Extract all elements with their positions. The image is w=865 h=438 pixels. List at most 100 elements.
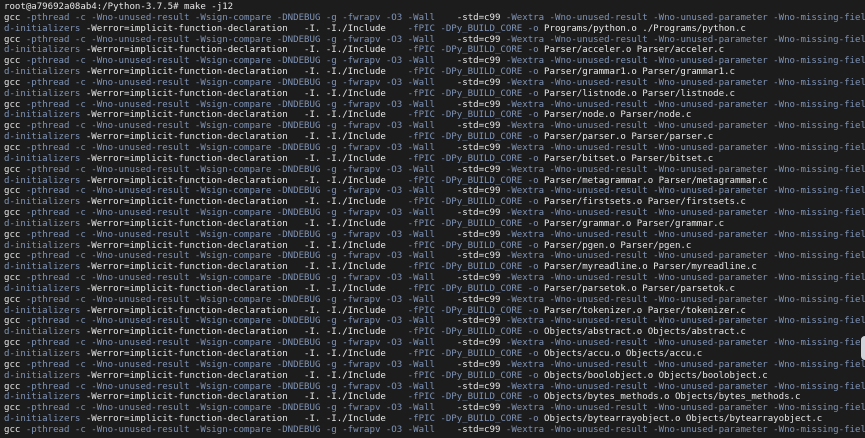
log-segment: Programs/python.o ./Programs/python.c [544, 23, 746, 34]
log-segment: Objects/bytes_methods.o Objects/bytes_me… [544, 392, 801, 403]
log-segment: -Werror=implicit-function-declaration -I… [85, 370, 408, 381]
log-line: d-initializers -Werror=implicit-function… [4, 306, 865, 317]
log-segment: -pthread -c -Wno-unused-result -Wsign-co… [25, 99, 457, 110]
log-segment: gcc [4, 208, 26, 219]
log-segment: -std=c99 [456, 208, 506, 219]
log-segment: -Werror=implicit-function-declaration -I… [85, 414, 408, 425]
log-segment: gcc [4, 34, 26, 45]
log-segment: gcc [4, 381, 26, 392]
log-segment: Objects/accu.o Objects/accu.c [544, 349, 703, 359]
log-segment: d-initializers [4, 370, 86, 381]
scrollbar-handle[interactable] [861, 336, 865, 360]
terminal-output[interactable]: root@a79692a08ab4:/Python-3.7.5# make -j… [0, 0, 865, 438]
log-segment: -std=c99 [456, 121, 506, 132]
log-segment: -fPIC -DPy_BUILD_CORE -o [407, 67, 545, 78]
log-segment: -pthread -c -Wno-unused-result -Wsign-co… [25, 359, 457, 370]
log-segment: gcc [4, 142, 26, 153]
log-segment: -Werror=implicit-function-declaration -I… [85, 110, 408, 121]
log-segment: -fPIC -DPy_BUILD_CORE -o [407, 262, 545, 273]
log-segment: -pthread -c -Wno-unused-result -Wsign-co… [25, 208, 457, 219]
log-line: d-initializers -Werror=implicit-function… [4, 110, 865, 121]
log-line: d-initializers -Werror=implicit-function… [4, 241, 865, 252]
log-segment: -pthread -c -Wno-unused-result -Wsign-co… [25, 338, 457, 349]
log-segment: -Werror=implicit-function-declaration -I… [85, 197, 408, 208]
log-segment: -Wextra -Wno-unused-result -Wno-unused-p… [505, 208, 865, 219]
log-segment: -Werror=implicit-function-declaration -I… [85, 132, 408, 143]
log-segment: gcc [4, 359, 26, 370]
log-segment: d-initializers [4, 45, 86, 56]
log-segment: -Werror=implicit-function-declaration -I… [85, 45, 408, 56]
log-segment: d-initializers [4, 218, 86, 229]
log-segment: -Wextra -Wno-unused-result -Wno-unused-p… [505, 403, 865, 414]
log-segment: -pthread -c -Wno-unused-result -Wsign-co… [25, 403, 457, 414]
log-line: d-initializers -Werror=implicit-function… [4, 392, 865, 403]
log-segment: gcc [4, 99, 26, 110]
log-segment: -Wextra -Wno-unused-result -Wno-unused-p… [505, 56, 865, 67]
log-segment: -Wextra -Wno-unused-result -Wno-unused-p… [505, 186, 865, 197]
log-segment: -Werror=implicit-function-declaration -I… [85, 349, 408, 359]
log-segment: -Wextra -Wno-unused-result -Wno-unused-p… [505, 294, 865, 305]
log-segment: -fPIC -DPy_BUILD_CORE -o [407, 283, 545, 294]
log-segment: -pthread -c -Wno-unused-result -Wsign-co… [25, 381, 457, 392]
log-line: d-initializers -Werror=implicit-function… [4, 197, 865, 208]
log-segment: gcc [4, 56, 26, 67]
log-segment: -Wextra -Wno-unused-result -Wno-unused-p… [505, 424, 865, 435]
log-segment: -fPIC -DPy_BUILD_CORE -o [407, 305, 545, 316]
log-segment: d-initializers [4, 23, 86, 34]
log-segment: Parser/node.o Parser/node.c [544, 110, 692, 121]
log-segment: -std=c99 [456, 142, 506, 153]
log-segment: -pthread -c -Wno-unused-result -Wsign-co… [25, 251, 457, 262]
log-line: gcc -pthread -c -Wno-unused-result -Wsig… [4, 382, 865, 393]
log-segment: -std=c99 [456, 56, 506, 67]
log-segment: -Wextra -Wno-unused-result -Wno-unused-p… [505, 381, 865, 392]
log-segment: -pthread -c -Wno-unused-result -Wsign-co… [25, 56, 457, 67]
log-segment: d-initializers [4, 327, 86, 338]
log-segment: -pthread -c -Wno-unused-result -Wsign-co… [25, 142, 457, 153]
log-segment: -pthread -c -Wno-unused-result -Wsign-co… [25, 12, 457, 23]
log-line: gcc -pthread -c -Wno-unused-result -Wsig… [4, 230, 865, 241]
log-line: d-initializers -Werror=implicit-function… [4, 45, 865, 56]
log-segment: d-initializers [4, 110, 86, 121]
log-segment: Parser/parsetok.o Parser/parsetok.c [544, 283, 735, 294]
log-line: d-initializers -Werror=implicit-function… [4, 24, 865, 35]
log-line: d-initializers -Werror=implicit-function… [4, 132, 865, 143]
log-line: gcc -pthread -c -Wno-unused-result -Wsig… [4, 56, 865, 67]
log-segment: -fPIC -DPy_BUILD_CORE -o [407, 132, 545, 143]
log-line: d-initializers -Werror=implicit-function… [4, 176, 865, 187]
log-segment: Objects/bytearrayobject.o Objects/bytear… [544, 414, 823, 425]
log-segment: -Wextra -Wno-unused-result -Wno-unused-p… [505, 142, 865, 153]
log-segment: -pthread -c -Wno-unused-result -Wsign-co… [25, 164, 457, 175]
log-segment: -pthread -c -Wno-unused-result -Wsign-co… [25, 294, 457, 305]
log-segment: -fPIC -DPy_BUILD_CORE -o [407, 175, 545, 186]
log-segment: d-initializers [4, 67, 86, 78]
log-segment: -pthread -c -Wno-unused-result -Wsign-co… [25, 316, 457, 327]
log-segment: -std=c99 [456, 34, 506, 45]
log-line: gcc -pthread -c -Wno-unused-result -Wsig… [4, 35, 865, 46]
log-line: d-initializers -Werror=implicit-function… [4, 284, 865, 295]
log-segment: d-initializers [4, 153, 86, 164]
log-segment: -pthread -c -Wno-unused-result -Wsign-co… [25, 273, 457, 284]
log-segment: -std=c99 [456, 77, 506, 88]
log-segment: -Werror=implicit-function-declaration -I… [85, 240, 408, 251]
log-segment: -fPIC -DPy_BUILD_CORE -o [407, 392, 545, 403]
log-segment: Objects/abstract.o Objects/abstract.c [544, 327, 746, 338]
log-segment: gcc [4, 229, 26, 240]
log-segment: -fPIC -DPy_BUILD_CORE -o [407, 88, 545, 99]
log-segment: d-initializers [4, 283, 86, 294]
log-segment: -Wextra -Wno-unused-result -Wno-unused-p… [505, 77, 865, 88]
log-segment: -pthread -c -Wno-unused-result -Wsign-co… [25, 77, 457, 88]
log-segment: d-initializers [4, 349, 86, 359]
log-segment: -std=c99 [456, 359, 506, 370]
log-segment: d-initializers [4, 262, 86, 273]
log-segment: -std=c99 [456, 381, 506, 392]
log-segment: gcc [4, 316, 26, 327]
log-segment: -pthread -c -Wno-unused-result -Wsign-co… [25, 186, 457, 197]
log-segment: -Werror=implicit-function-declaration -I… [85, 218, 408, 229]
log-segment: -std=c99 [456, 294, 506, 305]
log-segment: -std=c99 [456, 316, 506, 327]
log-segment: -fPIC -DPy_BUILD_CORE -o [407, 240, 545, 251]
log-line: d-initializers -Werror=implicit-function… [4, 414, 865, 425]
log-segment: -fPIC -DPy_BUILD_CORE -o [407, 197, 545, 208]
log-segment: gcc [4, 294, 26, 305]
log-segment: -Wextra -Wno-unused-result -Wno-unused-p… [505, 229, 865, 240]
